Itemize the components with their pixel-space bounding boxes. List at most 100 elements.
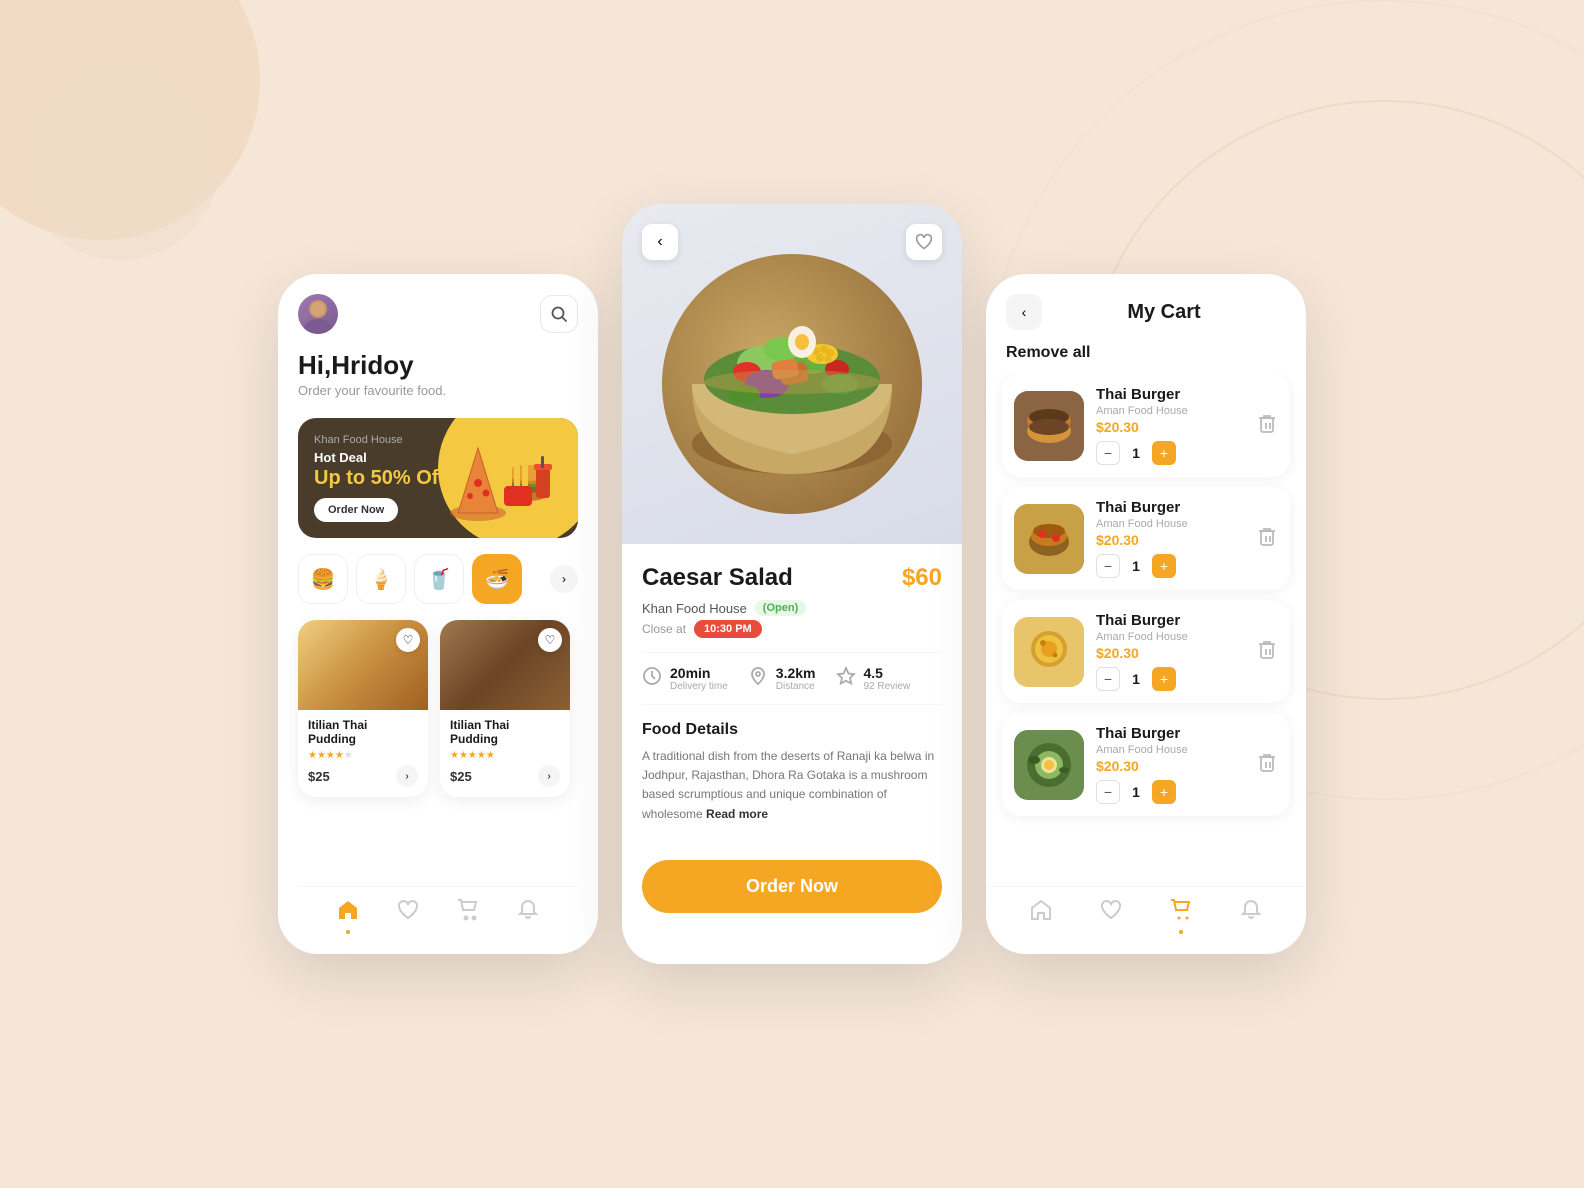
cart-item-3-store: Aman Food House xyxy=(1096,631,1240,643)
food-card-1-heart[interactable]: ♡ xyxy=(396,628,420,652)
promo-store: Khan Food House xyxy=(314,434,445,446)
star-icon xyxy=(836,666,856,691)
home-nav-icon xyxy=(1030,899,1052,927)
remove-all-button[interactable]: Remove all xyxy=(986,340,1306,374)
cart-item-3-info: Thai Burger Aman Food House $20.30 − 1 + xyxy=(1096,612,1240,691)
food-card-1-price: $25 xyxy=(308,769,330,784)
cart-item-3-decrease[interactable]: − xyxy=(1096,667,1120,691)
distance-value: 3.2km xyxy=(776,665,816,681)
cart-nav-notifications[interactable] xyxy=(1240,899,1262,934)
heart-nav-icon xyxy=(1100,899,1122,927)
promo-cta-button[interactable]: Order Now xyxy=(314,498,398,522)
promo-discount: Up to 50% Off xyxy=(314,467,445,490)
food-hero-section: ‹ xyxy=(622,204,962,544)
rating-label: 92 Review xyxy=(864,681,911,692)
detail-title-row: Caesar Salad $60 xyxy=(642,564,942,592)
home-bottom-nav xyxy=(298,886,578,954)
promo-hot-deal: Hot Deal xyxy=(314,450,445,465)
food-card-2[interactable]: ♡ Itilian Thai Pudding ★★★★★ $25 › xyxy=(440,620,570,797)
cart-nav-icon xyxy=(1170,899,1192,927)
cart-item-2-delete[interactable] xyxy=(1256,525,1278,553)
delivery-time-label: Delivery time xyxy=(670,681,728,692)
avatar[interactable] xyxy=(298,294,338,334)
distance-label: Distance xyxy=(776,681,816,692)
detail-favorite-button[interactable] xyxy=(906,224,942,260)
food-card-2-stars: ★★★★★ xyxy=(450,750,560,761)
greeting-subtitle: Order your favourite food. xyxy=(298,383,578,398)
promo-text: Khan Food House Hot Deal Up to 50% Off O… xyxy=(314,434,445,522)
cart-bottom-nav xyxy=(986,886,1306,954)
cart-item-3-increase[interactable]: + xyxy=(1152,667,1176,691)
cart-item-4-image xyxy=(1014,730,1084,800)
location-icon xyxy=(748,666,768,691)
phones-container: Hi,Hridoy Order your favourite food. Kha… xyxy=(278,224,1306,964)
food-card-1-name: Itilian Thai Pudding xyxy=(308,718,418,746)
cart-item-4-increase[interactable]: + xyxy=(1152,780,1176,804)
cart-item-1-decrease[interactable]: − xyxy=(1096,441,1120,465)
cart-item-2-decrease[interactable]: − xyxy=(1096,554,1120,578)
food-card-2-arrow[interactable]: › xyxy=(538,765,560,787)
nav-home-indicator xyxy=(346,930,350,934)
food-details-title: Food Details xyxy=(642,721,942,739)
nav-cart[interactable] xyxy=(457,899,479,934)
cart-item-4-qty: − 1 + xyxy=(1096,780,1240,804)
food-price: $60 xyxy=(902,564,942,592)
nav-notifications[interactable] xyxy=(517,899,539,934)
stat-delivery-time: 20min Delivery time xyxy=(642,665,728,692)
food-card-2-name: Itilian Thai Pudding xyxy=(450,718,560,746)
category-dessert[interactable]: 🍦 xyxy=(356,554,406,604)
cart-item-4-delete[interactable] xyxy=(1256,751,1278,779)
phone-detail: ‹ xyxy=(622,204,962,964)
cart-item-1-increase[interactable]: + xyxy=(1152,441,1176,465)
cart-items-list: Thai Burger Aman Food House $20.30 − 1 + xyxy=(986,374,1306,886)
category-noodles-active[interactable]: 🍜 xyxy=(472,554,522,604)
category-drinks[interactable]: 🥤 xyxy=(414,554,464,604)
category-next-button[interactable]: › xyxy=(550,565,578,593)
home-header xyxy=(298,294,578,334)
read-more-link[interactable]: Read more xyxy=(706,807,768,821)
food-stats: 20min Delivery time 3.2km Distance xyxy=(642,652,942,705)
open-status-badge: (Open) xyxy=(755,600,806,616)
cart-nav-favorites[interactable] xyxy=(1100,899,1122,934)
cart-item-4-price: $20.30 xyxy=(1096,758,1240,774)
order-now-button[interactable]: Order Now xyxy=(642,860,942,913)
cart-item-3: Thai Burger Aman Food House $20.30 − 1 + xyxy=(1002,600,1290,703)
cart-back-button[interactable]: ‹ xyxy=(1006,294,1042,330)
nav-home[interactable] xyxy=(337,899,359,934)
cart-item-2: Thai Burger Aman Food House $20.30 − 1 + xyxy=(1002,487,1290,590)
cart-item-3-price: $20.30 xyxy=(1096,645,1240,661)
category-burger[interactable]: 🍔 xyxy=(298,554,348,604)
food-card-2-heart[interactable]: ♡ xyxy=(538,628,562,652)
cart-item-4-decrease[interactable]: − xyxy=(1096,780,1120,804)
store-name: Khan Food House xyxy=(642,601,747,616)
nav-favorites[interactable] xyxy=(397,899,419,934)
detail-back-button[interactable]: ‹ xyxy=(642,224,678,260)
food-card-1-arrow[interactable]: › xyxy=(396,765,418,787)
delivery-time-value: 20min xyxy=(670,665,728,681)
greeting-name: Hi,Hridoy xyxy=(298,350,578,381)
cart-title: My Cart xyxy=(1042,301,1286,324)
food-card-1-stars: ★★★★★ xyxy=(308,750,418,761)
bell-icon xyxy=(517,899,539,927)
close-time: 10:30 PM xyxy=(694,620,762,638)
food-card-1[interactable]: ♡ Itilian Thai Pudding ★★★★★ $25 › xyxy=(298,620,428,797)
search-button[interactable] xyxy=(540,295,578,333)
cart-item-2-price: $20.30 xyxy=(1096,532,1240,548)
cart-item-2-increase[interactable]: + xyxy=(1152,554,1176,578)
cart-nav-cart-active[interactable] xyxy=(1170,899,1192,934)
cart-item-4-store: Aman Food House xyxy=(1096,744,1240,756)
category-tabs: 🍔 🍦 🥤 🍜 › xyxy=(298,554,578,604)
cart-item-1-delete[interactable] xyxy=(1256,412,1278,440)
cart-item-2-count: 1 xyxy=(1128,558,1144,574)
promo-banner[interactable]: Khan Food House Hot Deal Up to 50% Off O… xyxy=(298,418,578,538)
cart-item-2-name: Thai Burger xyxy=(1096,499,1240,516)
greeting-section: Hi,Hridoy Order your favourite food. xyxy=(298,350,578,398)
cart-nav-home[interactable] xyxy=(1030,899,1052,934)
store-row: Khan Food House (Open) xyxy=(642,600,942,616)
cart-item-3-delete[interactable] xyxy=(1256,638,1278,666)
phone-cart: ‹ My Cart Remove all xyxy=(986,274,1306,954)
heart-icon xyxy=(397,899,419,927)
cart-item-4: Thai Burger Aman Food House $20.30 − 1 + xyxy=(1002,713,1290,816)
clock-icon xyxy=(642,666,662,691)
food-cards-section: ♡ Itilian Thai Pudding ★★★★★ $25 › xyxy=(298,620,578,797)
